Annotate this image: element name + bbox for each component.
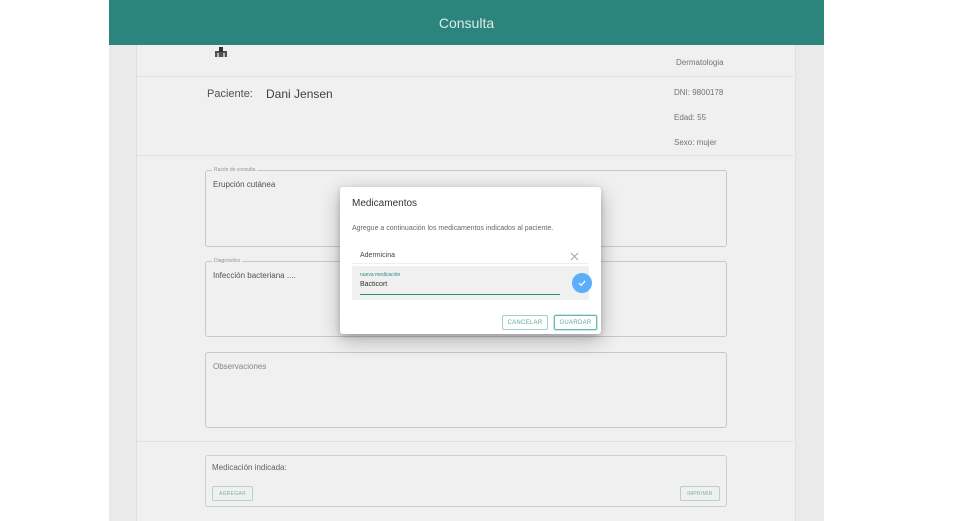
medication-list-item: Adermicina bbox=[352, 247, 589, 264]
new-medication-label: nueva medicación bbox=[360, 272, 401, 278]
dialog-title: Medicamentos bbox=[352, 198, 418, 209]
new-medication-input[interactable] bbox=[360, 281, 560, 288]
new-medication-field: nueva medicación bbox=[352, 266, 592, 300]
input-underline bbox=[360, 294, 560, 295]
close-icon[interactable] bbox=[570, 249, 579, 264]
check-icon bbox=[578, 280, 586, 287]
cancel-button[interactable]: CANCELAR bbox=[502, 315, 548, 330]
medication-item-label: Adermicina bbox=[360, 252, 396, 259]
dialog-instructions: Agregue a continuación los medicamentos … bbox=[352, 225, 554, 232]
confirm-medication-button[interactable] bbox=[572, 273, 592, 293]
save-button[interactable]: GUARDAR bbox=[554, 315, 597, 330]
medications-dialog: Medicamentos Agregue a continuación los … bbox=[340, 187, 601, 334]
